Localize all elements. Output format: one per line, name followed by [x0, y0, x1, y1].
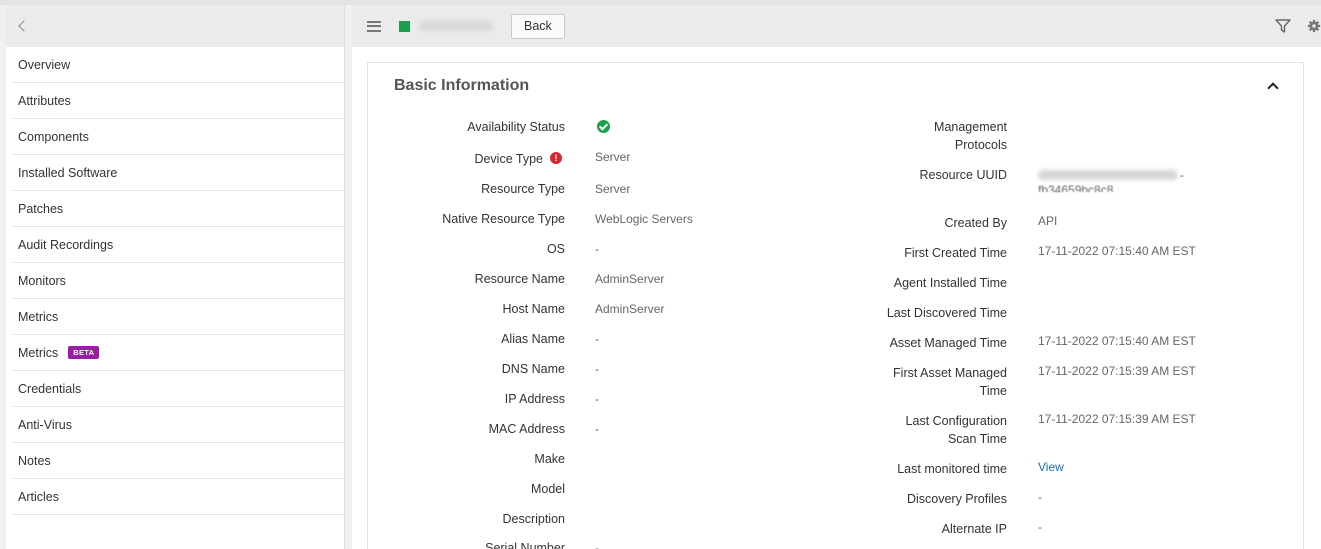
- sidebar-item-label: Audit Recordings: [18, 237, 114, 252]
- sidebar-item-audit-recordings[interactable]: Audit Recordings: [12, 227, 344, 263]
- sidebar-item-metrics[interactable]: Metrics: [12, 299, 344, 335]
- sidebar-item-metrics-beta[interactable]: Metrics BETA: [12, 335, 344, 371]
- sidebar-item-label: Credentials: [18, 381, 82, 396]
- sidebar-item-attributes[interactable]: Attributes: [12, 83, 344, 119]
- resource-name-redacted: [419, 21, 493, 31]
- field-label: Last Configuration: [905, 414, 1007, 428]
- sidebar-item-credentials[interactable]: Credentials: [12, 371, 344, 407]
- sidebar-item-components[interactable]: Components: [12, 119, 344, 155]
- sidebar-item-anti-virus[interactable]: Anti-Virus: [12, 407, 344, 443]
- main-content: Back Basic Information Availability Stat…: [352, 5, 1321, 549]
- field-label: Scan Time: [947, 432, 1007, 446]
- field-value: 17-11-2022 07:15:39 AM EST: [1038, 364, 1196, 378]
- basic-information-panel: Basic Information Availability Status De…: [367, 62, 1304, 549]
- field-value: 17-11-2022 07:15:40 AM EST: [1038, 244, 1196, 258]
- field-value: -: [1038, 520, 1042, 534]
- sidebar-item-label: Anti-Virus: [18, 417, 72, 432]
- field-label: Time: [979, 384, 1007, 398]
- sidebar-item-articles[interactable]: Articles: [12, 479, 344, 515]
- field-label: Resource UUID: [919, 168, 1007, 182]
- field-label: Alternate IP: [941, 522, 1007, 536]
- field-label: Asset Managed Time: [889, 336, 1007, 350]
- sidebar-item-label: Components: [18, 129, 89, 144]
- sidebar-item-label: Monitors: [18, 273, 66, 288]
- field-value: fb34659bc8c8: [1038, 183, 1114, 192]
- sidebar-item-label: Notes: [18, 453, 51, 468]
- view-link[interactable]: View: [1038, 458, 1064, 476]
- field-label: Created By: [944, 216, 1007, 230]
- field-label: Agent Installed Time: [893, 276, 1007, 290]
- sidebar-item-label: Installed Software: [18, 165, 118, 180]
- sidebar-item-monitors[interactable]: Monitors: [12, 263, 344, 299]
- field-value: -: [1180, 168, 1184, 182]
- status-indicator: [399, 20, 410, 32]
- filter-icon[interactable]: [1275, 19, 1291, 33]
- chevron-left-icon[interactable]: [18, 18, 28, 34]
- field-value: 17-11-2022 07:15:40 AM EST: [1038, 334, 1196, 348]
- toolbar: Back: [352, 5, 1321, 47]
- sidebar-item-label: Overview: [18, 57, 71, 72]
- field-label: First Asset Managed: [893, 366, 1007, 380]
- sidebar-item-overview[interactable]: Overview: [12, 47, 344, 83]
- uuid-redacted: [1038, 170, 1178, 180]
- field-label: Last monitored time: [897, 462, 1007, 476]
- field-label: Last Discovered Time: [886, 306, 1007, 320]
- field-label: First Created Time: [904, 246, 1007, 260]
- beta-badge: BETA: [68, 346, 100, 359]
- sidebar-item-notes[interactable]: Notes: [12, 443, 344, 479]
- chevron-up-icon[interactable]: [1267, 81, 1279, 91]
- sidebar-item-label: Articles: [18, 489, 59, 504]
- sidebar-header: [6, 5, 344, 47]
- right-column: Management Protocols Resource UUID Creat…: [368, 63, 1007, 549]
- sidebar-item-label: Metrics: [18, 345, 59, 360]
- sidebar-item-patches[interactable]: Patches: [12, 191, 344, 227]
- sidebar-item-label: Attributes: [18, 93, 71, 108]
- field-value: -: [1038, 490, 1042, 504]
- gear-icon[interactable]: [1307, 18, 1321, 34]
- sidebar-item-label: Metrics: [18, 309, 59, 324]
- field-label: Protocols: [954, 138, 1007, 152]
- field-label: Discovery Profiles: [906, 492, 1007, 506]
- field-value: API: [1038, 214, 1058, 228]
- hamburger-menu-icon[interactable]: [367, 20, 381, 32]
- field-value: 17-11-2022 07:15:39 AM EST: [1038, 412, 1196, 426]
- sidebar: Overview Attributes Components Installed…: [6, 5, 345, 549]
- field-label: Management: [934, 120, 1007, 134]
- back-button[interactable]: Back: [511, 13, 565, 39]
- sidebar-nav: Overview Attributes Components Installed…: [6, 47, 344, 515]
- sidebar-item-label: Patches: [18, 201, 64, 216]
- sidebar-item-installed-software[interactable]: Installed Software: [12, 155, 344, 191]
